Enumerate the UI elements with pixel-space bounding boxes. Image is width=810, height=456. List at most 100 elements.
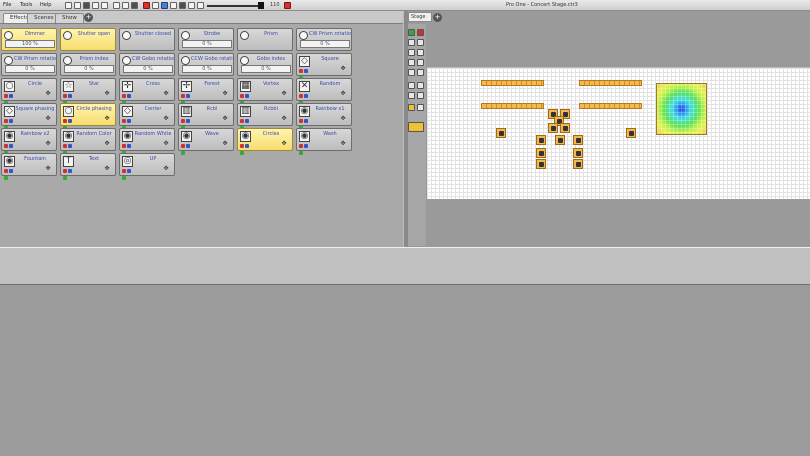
effect-button[interactable]: Prism xyxy=(237,28,293,51)
effect-slider[interactable]: 0 % xyxy=(182,40,232,48)
effect-button[interactable]: CW Prism rotatio 0 % xyxy=(1,53,57,76)
effect-button[interactable]: Text T ✥ xyxy=(60,153,116,180)
move-handle-icon[interactable]: ✥ xyxy=(42,165,54,173)
effect-button[interactable]: Wave ◉ ✥ xyxy=(178,128,234,155)
move-handle-icon[interactable]: ✥ xyxy=(101,165,113,173)
moving-head-fixture[interactable] xyxy=(536,135,546,145)
effect-slider[interactable]: 0 % xyxy=(300,40,350,48)
grid-icon[interactable] xyxy=(170,2,177,9)
move-handle-icon[interactable]: ✥ xyxy=(160,140,172,148)
led-matrix-fixture[interactable] xyxy=(656,83,707,135)
move-handle-icon[interactable]: ✥ xyxy=(278,90,290,98)
effect-button[interactable]: Circle phasing ○ ✥ xyxy=(60,103,116,130)
fixture-bar[interactable] xyxy=(579,80,642,86)
blackout-icon[interactable] xyxy=(284,2,291,9)
fan-icon[interactable] xyxy=(188,2,195,9)
effect-button[interactable]: CW Gobo rotation 0 % xyxy=(119,53,175,76)
tab-show[interactable]: Show xyxy=(55,13,84,23)
move-handle-icon[interactable]: ✥ xyxy=(42,115,54,123)
moving-head-fixture[interactable] xyxy=(548,123,558,133)
moving-head-fixture[interactable] xyxy=(573,159,583,169)
moving-head-fixture[interactable] xyxy=(573,135,583,145)
effect-button[interactable]: CCW Gobo rotatio 0 % xyxy=(178,53,234,76)
menu-tools[interactable]: Tools xyxy=(20,2,32,8)
move-handle-icon[interactable]: ✥ xyxy=(101,90,113,98)
grid-toggle-icon[interactable] xyxy=(417,82,424,89)
moving-head-fixture[interactable] xyxy=(496,128,506,138)
copy-icon[interactable] xyxy=(101,2,108,9)
effect-button[interactable]: Prism index 0 % xyxy=(60,53,116,76)
print-icon[interactable] xyxy=(92,2,99,9)
effect-slider[interactable]: 0 % xyxy=(182,65,232,73)
effect-button[interactable]: Square phasing ◇ ✥ xyxy=(1,103,57,130)
effect-button[interactable]: Shutter open xyxy=(60,28,116,51)
effect-button[interactable]: Fountain ◉ ✥ xyxy=(1,153,57,180)
stage-view[interactable] xyxy=(427,67,810,199)
moving-head-fixture[interactable] xyxy=(555,135,565,145)
effect-button[interactable]: Square ◇ ✥ xyxy=(296,53,352,80)
move-handle-icon[interactable]: ✥ xyxy=(160,165,172,173)
speaker-icon[interactable] xyxy=(197,2,204,9)
effect-button[interactable]: Random White ◉ ✥ xyxy=(119,128,175,155)
menu-file[interactable]: File xyxy=(3,2,11,8)
effect-button[interactable]: Center ◇ ✥ xyxy=(119,103,175,130)
rotate-icon[interactable] xyxy=(417,59,424,66)
effect-button[interactable]: Gobo index 0 % xyxy=(237,53,293,76)
fixture-bar[interactable] xyxy=(481,103,544,109)
effect-button[interactable]: Circles ◉ ✥ xyxy=(237,128,293,155)
effect-button[interactable]: Dimmer 100 % xyxy=(1,28,57,51)
select-icon[interactable] xyxy=(408,49,415,56)
effect-slider[interactable]: 0 % xyxy=(5,65,55,73)
effect-slider[interactable]: 0 % xyxy=(64,65,114,73)
refresh-icon[interactable] xyxy=(417,104,424,111)
volume-slider-track[interactable] xyxy=(207,5,261,7)
moving-head-fixture[interactable] xyxy=(560,123,570,133)
move-handle-icon[interactable]: ✥ xyxy=(337,140,349,148)
effect-button[interactable]: Circle ○ ✥ xyxy=(1,78,57,105)
effect-button[interactable]: Star ☆ ✥ xyxy=(60,78,116,105)
fixture-library-icon[interactable] xyxy=(408,122,424,132)
move-handle-icon[interactable]: ✥ xyxy=(101,115,113,123)
move-handle-icon[interactable]: ✥ xyxy=(101,140,113,148)
move-handle-icon[interactable]: ✥ xyxy=(337,115,349,123)
effect-slider[interactable]: 0 % xyxy=(123,65,173,73)
monitor-icon[interactable] xyxy=(152,2,159,9)
move-icon[interactable] xyxy=(417,49,424,56)
view-icon[interactable] xyxy=(417,92,424,99)
effect-button[interactable]: Random ✕ ✥ xyxy=(296,78,352,105)
layer-icon[interactable] xyxy=(408,92,415,99)
effect-button[interactable]: Rcbbi ▥ ✥ xyxy=(237,103,293,130)
effect-button[interactable]: Rainbow x1 ◉ ✥ xyxy=(296,103,352,130)
effect-button[interactable]: Strobe 0 % xyxy=(178,28,234,51)
add-fixture-icon[interactable] xyxy=(408,29,415,36)
moving-head-fixture[interactable] xyxy=(536,159,546,169)
effect-button[interactable]: Shutter closed xyxy=(119,28,175,51)
move-handle-icon[interactable]: ✥ xyxy=(337,65,349,73)
cut-icon[interactable] xyxy=(113,2,120,9)
effect-button[interactable]: Rcbi ▥ ✥ xyxy=(178,103,234,130)
zoom-in-icon[interactable] xyxy=(408,39,415,46)
pan-icon[interactable] xyxy=(408,82,415,89)
move-handle-icon[interactable]: ✥ xyxy=(278,115,290,123)
move-handle-icon[interactable]: ✥ xyxy=(160,90,172,98)
effect-button[interactable]: Vortex ▦ ✥ xyxy=(237,78,293,105)
paste-icon[interactable] xyxy=(122,2,129,9)
volume-slider-handle[interactable] xyxy=(258,2,264,9)
add-tab-icon[interactable]: + xyxy=(84,13,93,22)
horizontal-divider[interactable] xyxy=(0,247,810,285)
tab-stage[interactable]: Stage xyxy=(408,12,432,22)
lamp-icon[interactable] xyxy=(179,2,186,9)
effect-slider[interactable]: 100 % xyxy=(5,40,55,48)
zoom-out-icon[interactable] xyxy=(417,39,424,46)
align-icon[interactable] xyxy=(408,59,415,66)
moving-head-fixture[interactable] xyxy=(626,128,636,138)
lock-icon[interactable] xyxy=(408,104,415,111)
effect-button[interactable]: Wash ◉ ✥ xyxy=(296,128,352,155)
effect-slider[interactable]: 0 % xyxy=(241,65,291,73)
globe-icon[interactable] xyxy=(161,2,168,9)
move-handle-icon[interactable]: ✥ xyxy=(219,140,231,148)
effect-button[interactable]: Cross ✛ ✥ xyxy=(119,78,175,105)
stop-icon[interactable] xyxy=(143,2,150,9)
fixture-bar[interactable] xyxy=(579,103,642,109)
move-handle-icon[interactable]: ✥ xyxy=(42,140,54,148)
